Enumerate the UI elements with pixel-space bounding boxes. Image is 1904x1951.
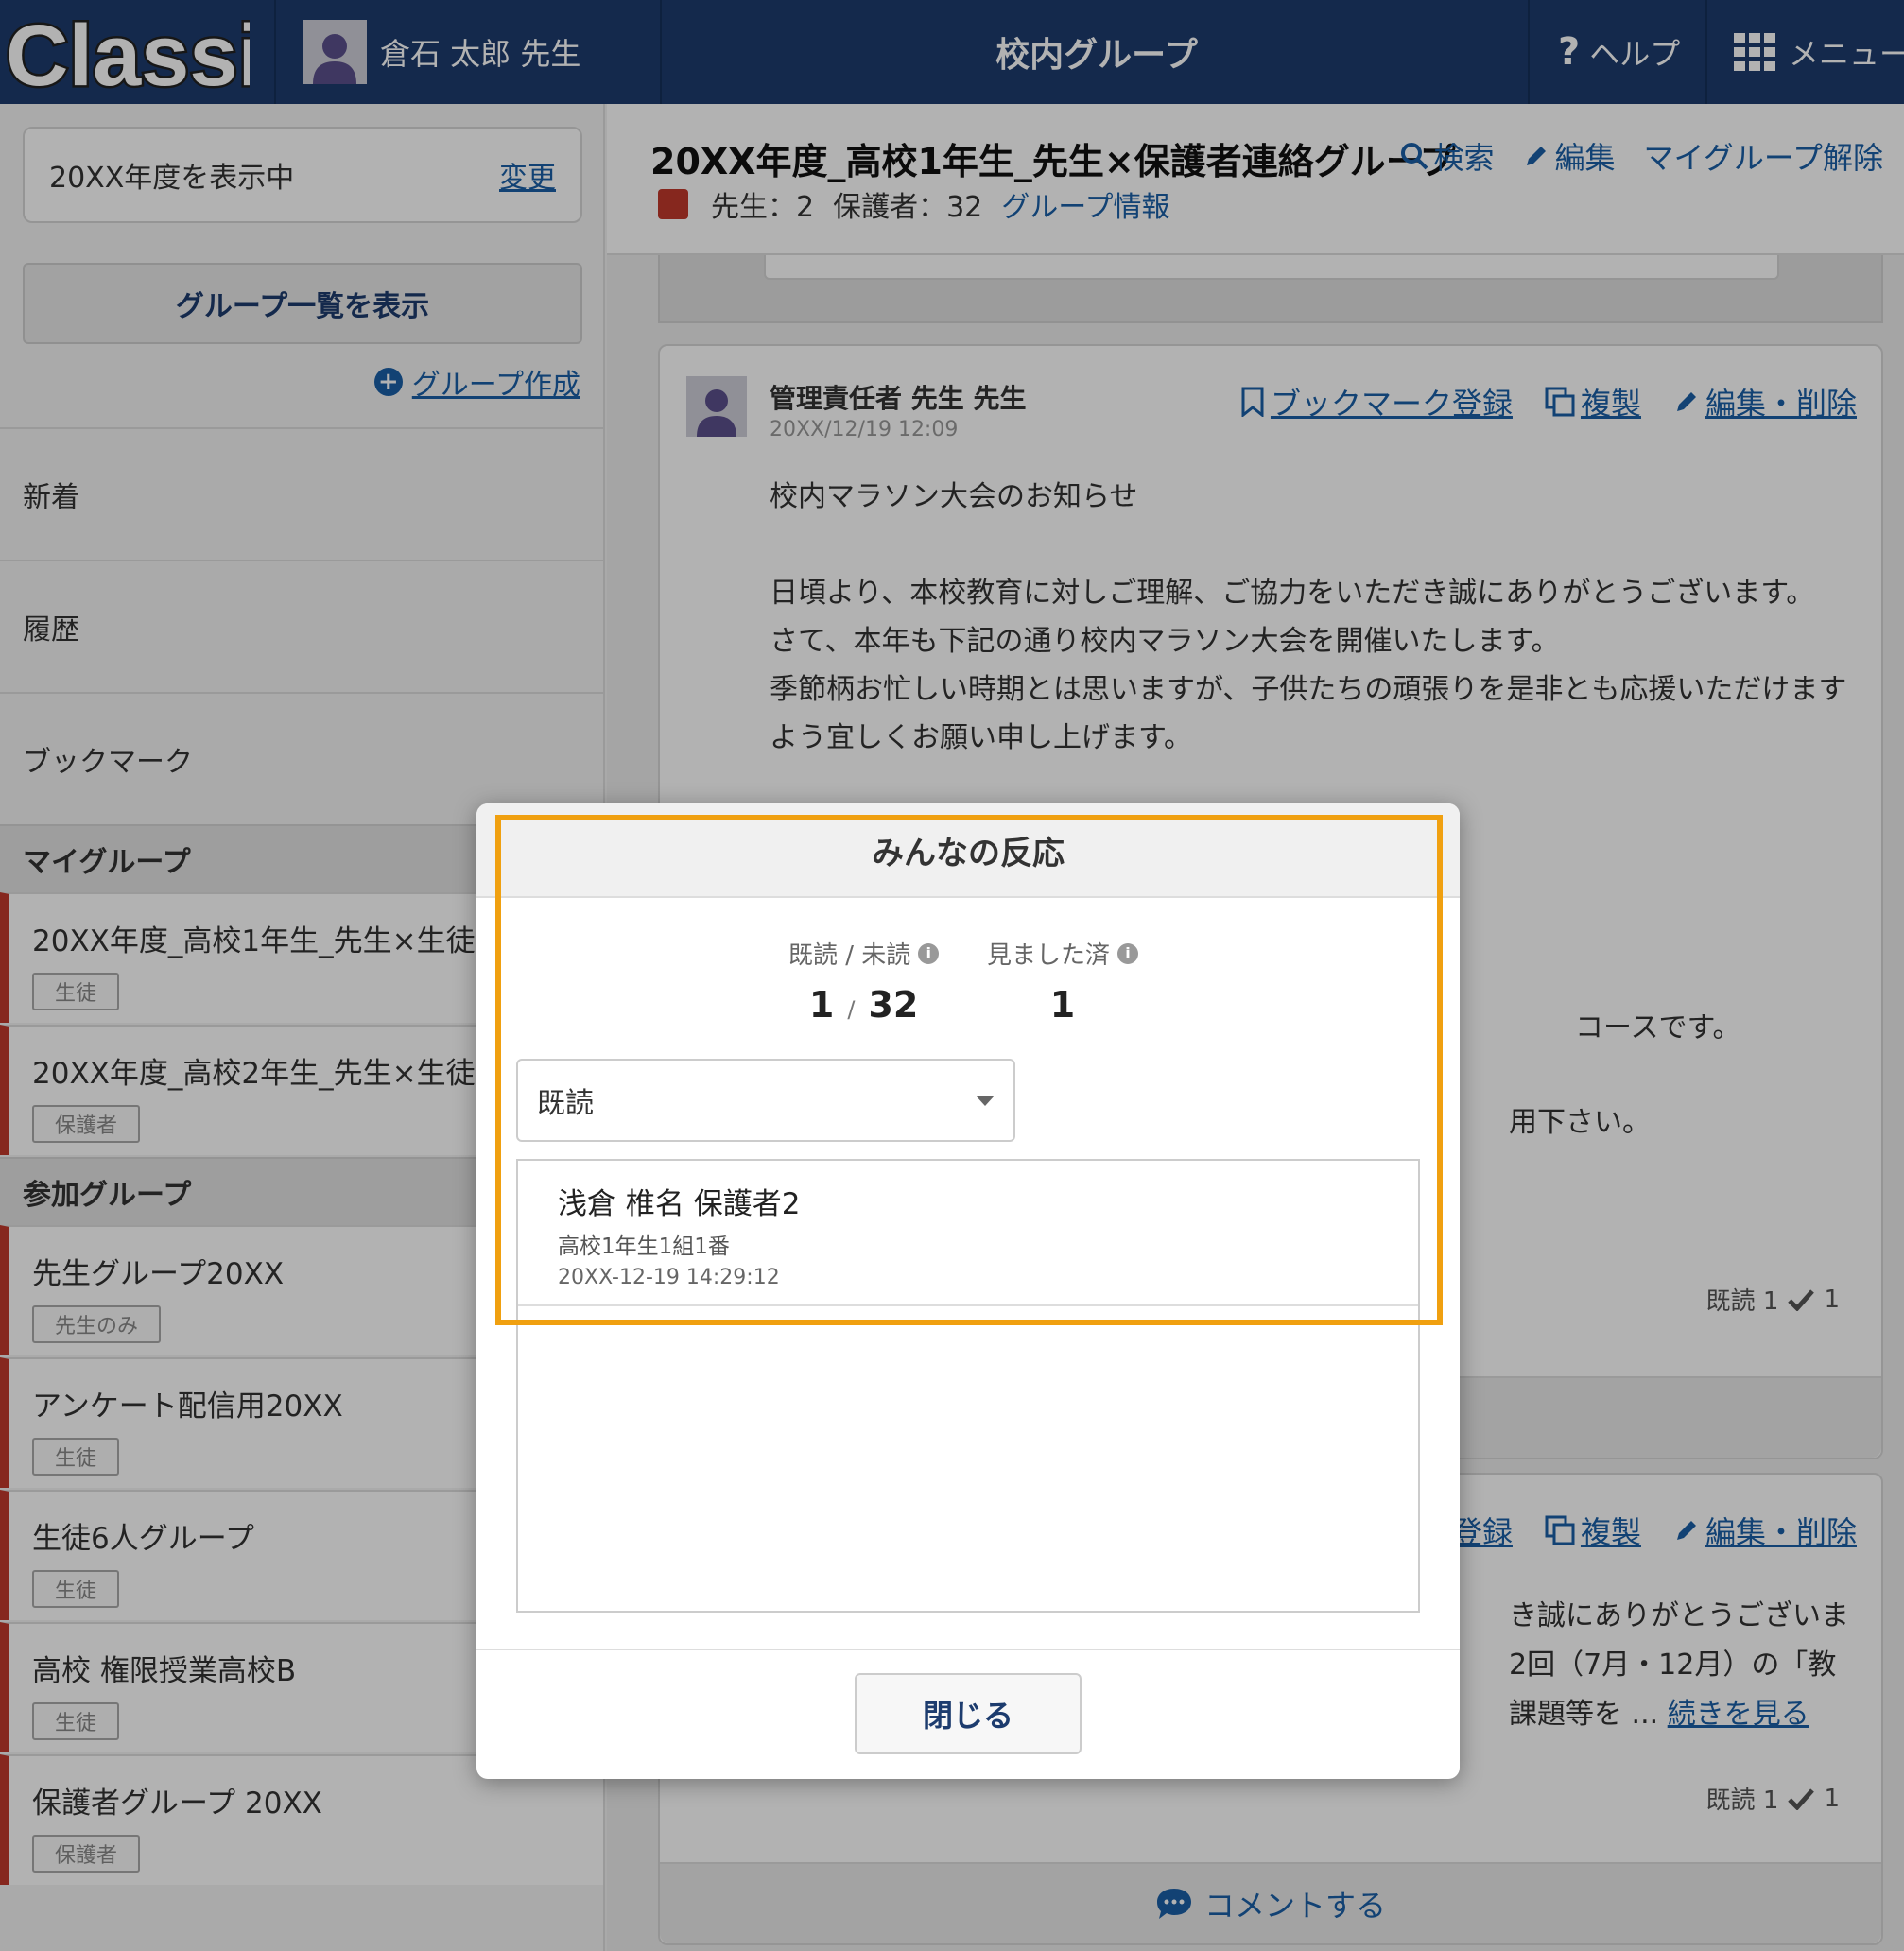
slash-separator: / bbox=[847, 996, 856, 1023]
seen-value: 1 bbox=[987, 984, 1138, 1026]
reader-class: 高校1年生1組1番 bbox=[558, 1234, 730, 1259]
modal-footer: 閉じる bbox=[476, 1649, 1460, 1779]
reader-name: 浅倉 椎名 保護者2 bbox=[558, 1187, 801, 1221]
reader-list: 浅倉 椎名 保護者2 高校1年生1組1番 20XX-12-19 14:29:12 bbox=[516, 1159, 1420, 1613]
seen-stat: 見ました済 i 1 bbox=[987, 936, 1139, 1026]
read-filter-value: 既読 bbox=[537, 1087, 594, 1120]
reader-timestamp: 20XX-12-19 14:29:12 bbox=[558, 1266, 780, 1289]
list-item: 浅倉 椎名 保護者2 高校1年生1組1番 20XX-12-19 14:29:12 bbox=[518, 1161, 1418, 1306]
info-icon[interactable]: i bbox=[1117, 942, 1139, 964]
close-button[interactable]: 閉じる bbox=[855, 1673, 1082, 1754]
total-count: 32 bbox=[868, 984, 919, 1026]
info-icon[interactable]: i bbox=[918, 942, 940, 964]
seen-count: 1 bbox=[1049, 984, 1076, 1026]
reaction-stats: 既読 / 未読 i 1 / 32 見ました済 i 1 bbox=[476, 936, 1460, 1030]
read-unread-stat: 既読 / 未読 i 1 / 32 bbox=[788, 936, 940, 1026]
modal-title: みんなの反応 bbox=[476, 803, 1460, 898]
read-count: 1 bbox=[808, 984, 835, 1026]
seen-label-row: 見ました済 i bbox=[987, 936, 1139, 971]
seen-label: 見ました済 bbox=[987, 941, 1111, 970]
chevron-down-icon bbox=[976, 1095, 995, 1106]
read-unread-label-row: 既読 / 未読 i bbox=[788, 936, 940, 971]
read-unread-values: 1 / 32 bbox=[788, 984, 939, 1026]
reactions-modal: みんなの反応 既読 / 未読 i 1 / 32 見ました済 i 1 既読 浅倉 … bbox=[476, 803, 1460, 1779]
read-unread-label: 既読 / 未読 bbox=[788, 941, 911, 970]
read-filter-select[interactable]: 既読 bbox=[516, 1059, 1015, 1142]
